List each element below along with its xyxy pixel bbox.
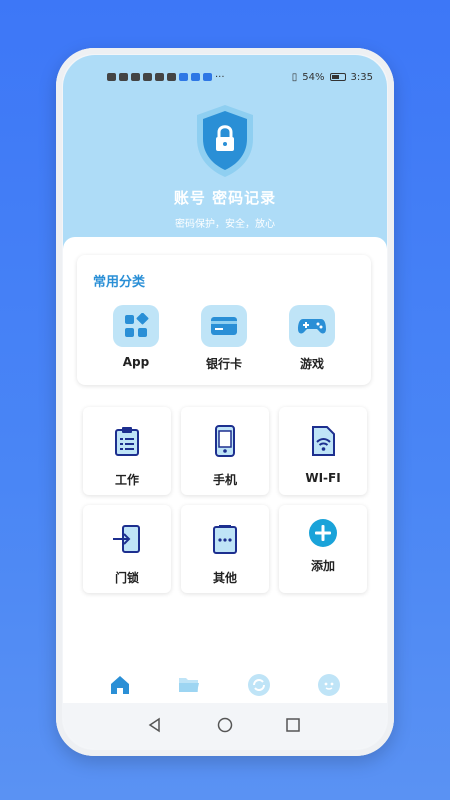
tile-label: 其他 [212,571,237,585]
app-title: 账号 密码记录 [173,189,277,207]
clock: 3:35 [350,71,373,83]
bottom-nav-bar [63,669,387,701]
back-button[interactable] [147,717,163,733]
home-circle-icon [217,717,233,733]
nav-sync[interactable] [247,673,271,697]
phone-device: ··· ▯ 54% 3:35 账号 密码记录 密码保护，安全，放心 常用分类 A… [56,48,394,756]
battery-icon [329,73,346,81]
more-notifications: ··· [215,71,225,83]
section-title: 常用分类 [93,275,146,290]
battery-percent: 54% [302,71,325,83]
bank-card-icon [201,305,247,347]
gamepad-icon [289,305,335,347]
wifi-icon [307,425,339,457]
tile-label: 工作 [114,473,139,487]
app-screen: ··· ▯ 54% 3:35 账号 密码记录 密码保护，安全，放心 常用分类 A… [63,55,387,749]
hd-icon [107,73,116,81]
tile-other[interactable]: 其他 [181,505,269,593]
recents-button[interactable] [285,717,301,733]
nav-folder[interactable] [177,673,201,697]
phone-icon [209,425,241,457]
clipboard-icon [111,425,143,457]
shield-lock-icon [193,103,257,179]
chat-icon [155,73,164,81]
category-app[interactable]: App [101,305,171,369]
app-notification-icon [167,73,176,81]
tile-door-lock[interactable]: 门锁 [83,505,171,593]
main-content: 常用分类 App 银行卡 游戏 工作 手机 WI-FI 门锁 其他 添加 [63,237,387,717]
status-icons-left: ··· [107,72,225,83]
tile-label: 手机 [212,473,237,487]
sync-icon [248,674,270,696]
category-bank-card[interactable]: 银行卡 [189,305,259,372]
category-label: 游戏 [299,357,324,371]
system-navigation-bar [63,703,387,749]
home-button[interactable] [217,717,233,733]
wifi-status-icon [143,73,152,81]
category-label: App [122,355,150,369]
recents-square-icon [286,718,300,732]
back-triangle-icon [148,717,160,733]
vibrate-icon: ▯ [291,71,298,83]
app-notification-icon [179,73,188,81]
other-icon [209,523,241,555]
tile-wifi[interactable]: WI-FI [279,407,367,495]
status-icons-right: ▯ 54% 3:35 [292,72,373,83]
nav-home[interactable] [108,673,132,697]
category-games[interactable]: 游戏 [277,305,347,372]
common-categories-card: 常用分类 App 银行卡 游戏 [77,255,371,385]
category-label: 银行卡 [205,357,242,371]
folder-icon [179,678,199,692]
tile-work[interactable]: 工作 [83,407,171,495]
signal-icon [131,73,140,81]
tile-phone[interactable]: 手机 [181,407,269,495]
tile-label: WI-FI [305,471,341,485]
tile-label: 门锁 [114,571,139,585]
status-bar: ··· ▯ 54% 3:35 [63,69,387,85]
door-enter-icon [111,523,143,555]
apps-icon [113,305,159,347]
nav-profile[interactable] [317,673,341,697]
app-notification-icon [203,73,212,81]
app-subtitle: 密码保护，安全，放心 [175,219,275,230]
add-category-button[interactable]: 添加 [279,505,367,593]
tile-label: 添加 [310,559,335,573]
search-notification-icon [191,73,200,81]
profile-icon [318,674,340,696]
home-icon [111,676,129,694]
signal-icon [119,73,128,81]
add-icon [307,517,339,549]
